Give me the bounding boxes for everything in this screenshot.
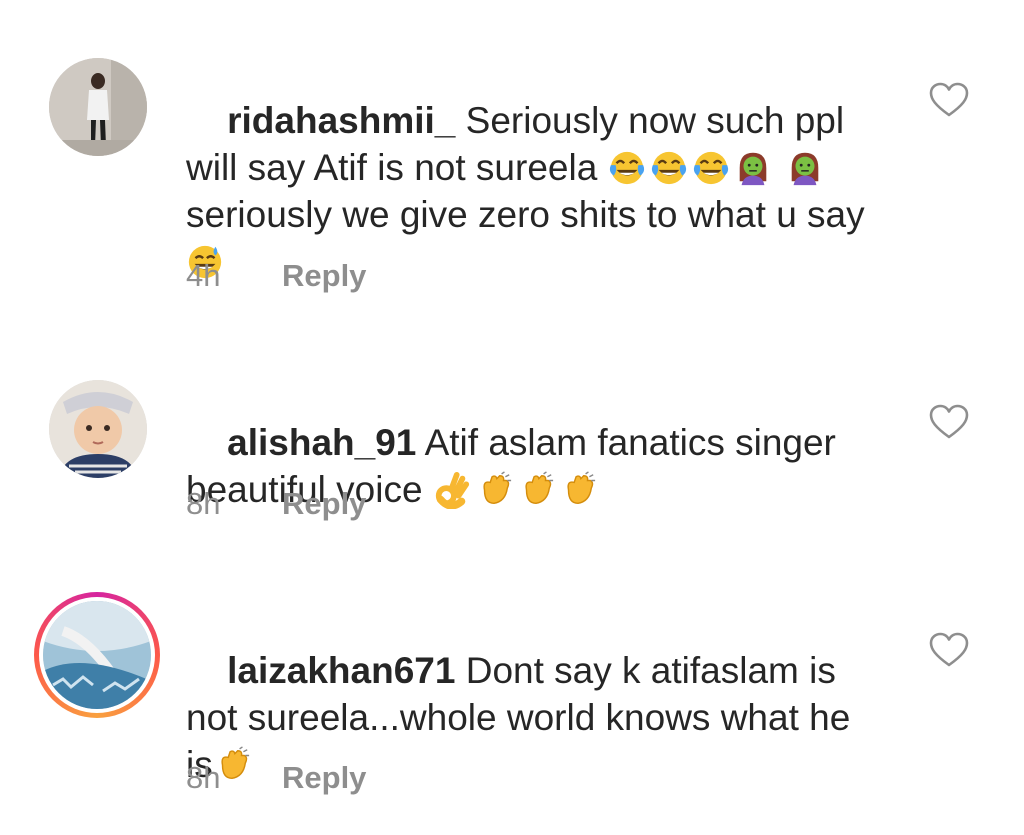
- clapping-hands-emoji: [475, 471, 513, 509]
- reply-button[interactable]: Reply: [282, 760, 366, 795]
- clapping-hands-emoji: [517, 471, 555, 509]
- reply-button[interactable]: Reply: [282, 486, 366, 521]
- tears-of-joy-emoji: [608, 149, 646, 187]
- zombie-woman-emoji: [734, 149, 772, 187]
- reply-button[interactable]: Reply: [282, 258, 366, 293]
- comment-time: 4h: [186, 258, 221, 293]
- avatar-photo: [49, 58, 147, 156]
- comment-time: 8h: [186, 760, 221, 795]
- avatar[interactable]: [49, 58, 147, 156]
- avatar-photo: [43, 601, 151, 709]
- comment-username[interactable]: laizakhan671: [227, 650, 455, 691]
- comment-username[interactable]: alishah_91: [227, 422, 416, 463]
- comment-text: laizakhan671 Dont say k atifaslam is not…: [186, 600, 886, 835]
- tears-of-joy-emoji: [650, 149, 688, 187]
- heart-outline-icon[interactable]: [929, 82, 969, 118]
- comment-meta: 8h Reply: [186, 760, 366, 796]
- heart-outline-icon[interactable]: [929, 632, 969, 668]
- comment-text: alishah_91 Atif aslam fanatics singer be…: [186, 372, 886, 560]
- comment-meta: 8h Reply: [186, 486, 366, 522]
- zombie-woman-emoji: [786, 149, 824, 187]
- avatar-photo: [49, 380, 147, 478]
- comment-username[interactable]: ridahashmii_: [227, 100, 455, 141]
- clapping-hands-emoji: [559, 471, 597, 509]
- story-ring[interactable]: [34, 592, 160, 718]
- avatar[interactable]: [49, 380, 147, 478]
- ok-hand-emoji: [433, 471, 471, 509]
- tears-of-joy-emoji: [692, 149, 730, 187]
- heart-outline-icon[interactable]: [929, 404, 969, 440]
- comment-meta: 4h Reply: [186, 258, 366, 294]
- avatar: [43, 601, 151, 709]
- comment-time: 8h: [186, 486, 221, 521]
